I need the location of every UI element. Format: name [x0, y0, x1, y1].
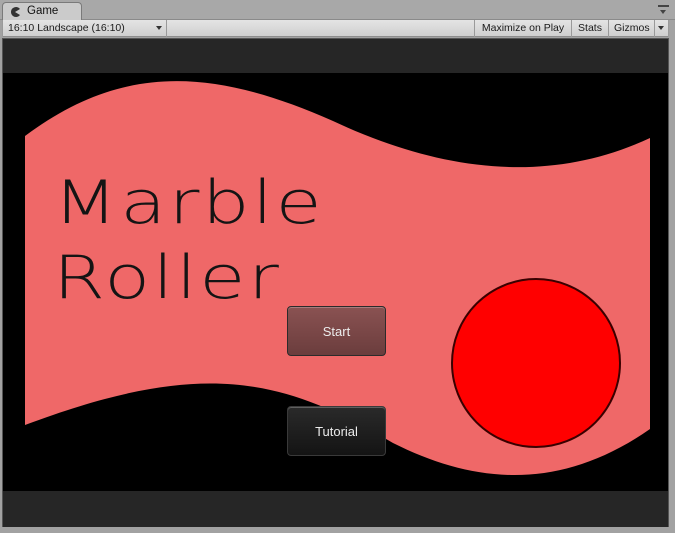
game-title-line1: Marble [53, 168, 325, 238]
gizmos-toggle[interactable]: Gizmos [609, 20, 655, 37]
chevron-down-icon [658, 26, 664, 30]
tab-game[interactable]: Game [2, 2, 82, 21]
gizmos-dropdown-button[interactable] [655, 20, 669, 37]
tutorial-button[interactable]: Tutorial [287, 406, 386, 456]
tab-label: Game [27, 5, 59, 17]
game-canvas: Marble Roller Start Tutorial [3, 73, 668, 491]
maximize-on-play-toggle[interactable]: Maximize on Play [474, 20, 572, 37]
aspect-ratio-value: 16:10 Landscape (16:10) [8, 22, 125, 34]
start-button[interactable]: Start [287, 306, 386, 356]
game-toolbar: 16:10 Landscape (16:10) Maximize on Play… [2, 20, 669, 37]
pacman-icon [11, 7, 20, 17]
marble-ball [451, 278, 621, 448]
game-title-line2: Roller [53, 243, 282, 313]
tab-strip: Game [0, 0, 675, 21]
tab-menu-icon[interactable] [657, 4, 669, 16]
game-view: Marble Roller Start Tutorial [2, 38, 669, 527]
letterbox-bottom [3, 491, 668, 527]
stats-toggle[interactable]: Stats [572, 20, 609, 37]
letterbox-top [3, 39, 668, 73]
chevron-down-icon [156, 26, 162, 30]
aspect-ratio-dropdown[interactable]: 16:10 Landscape (16:10) [2, 20, 167, 37]
